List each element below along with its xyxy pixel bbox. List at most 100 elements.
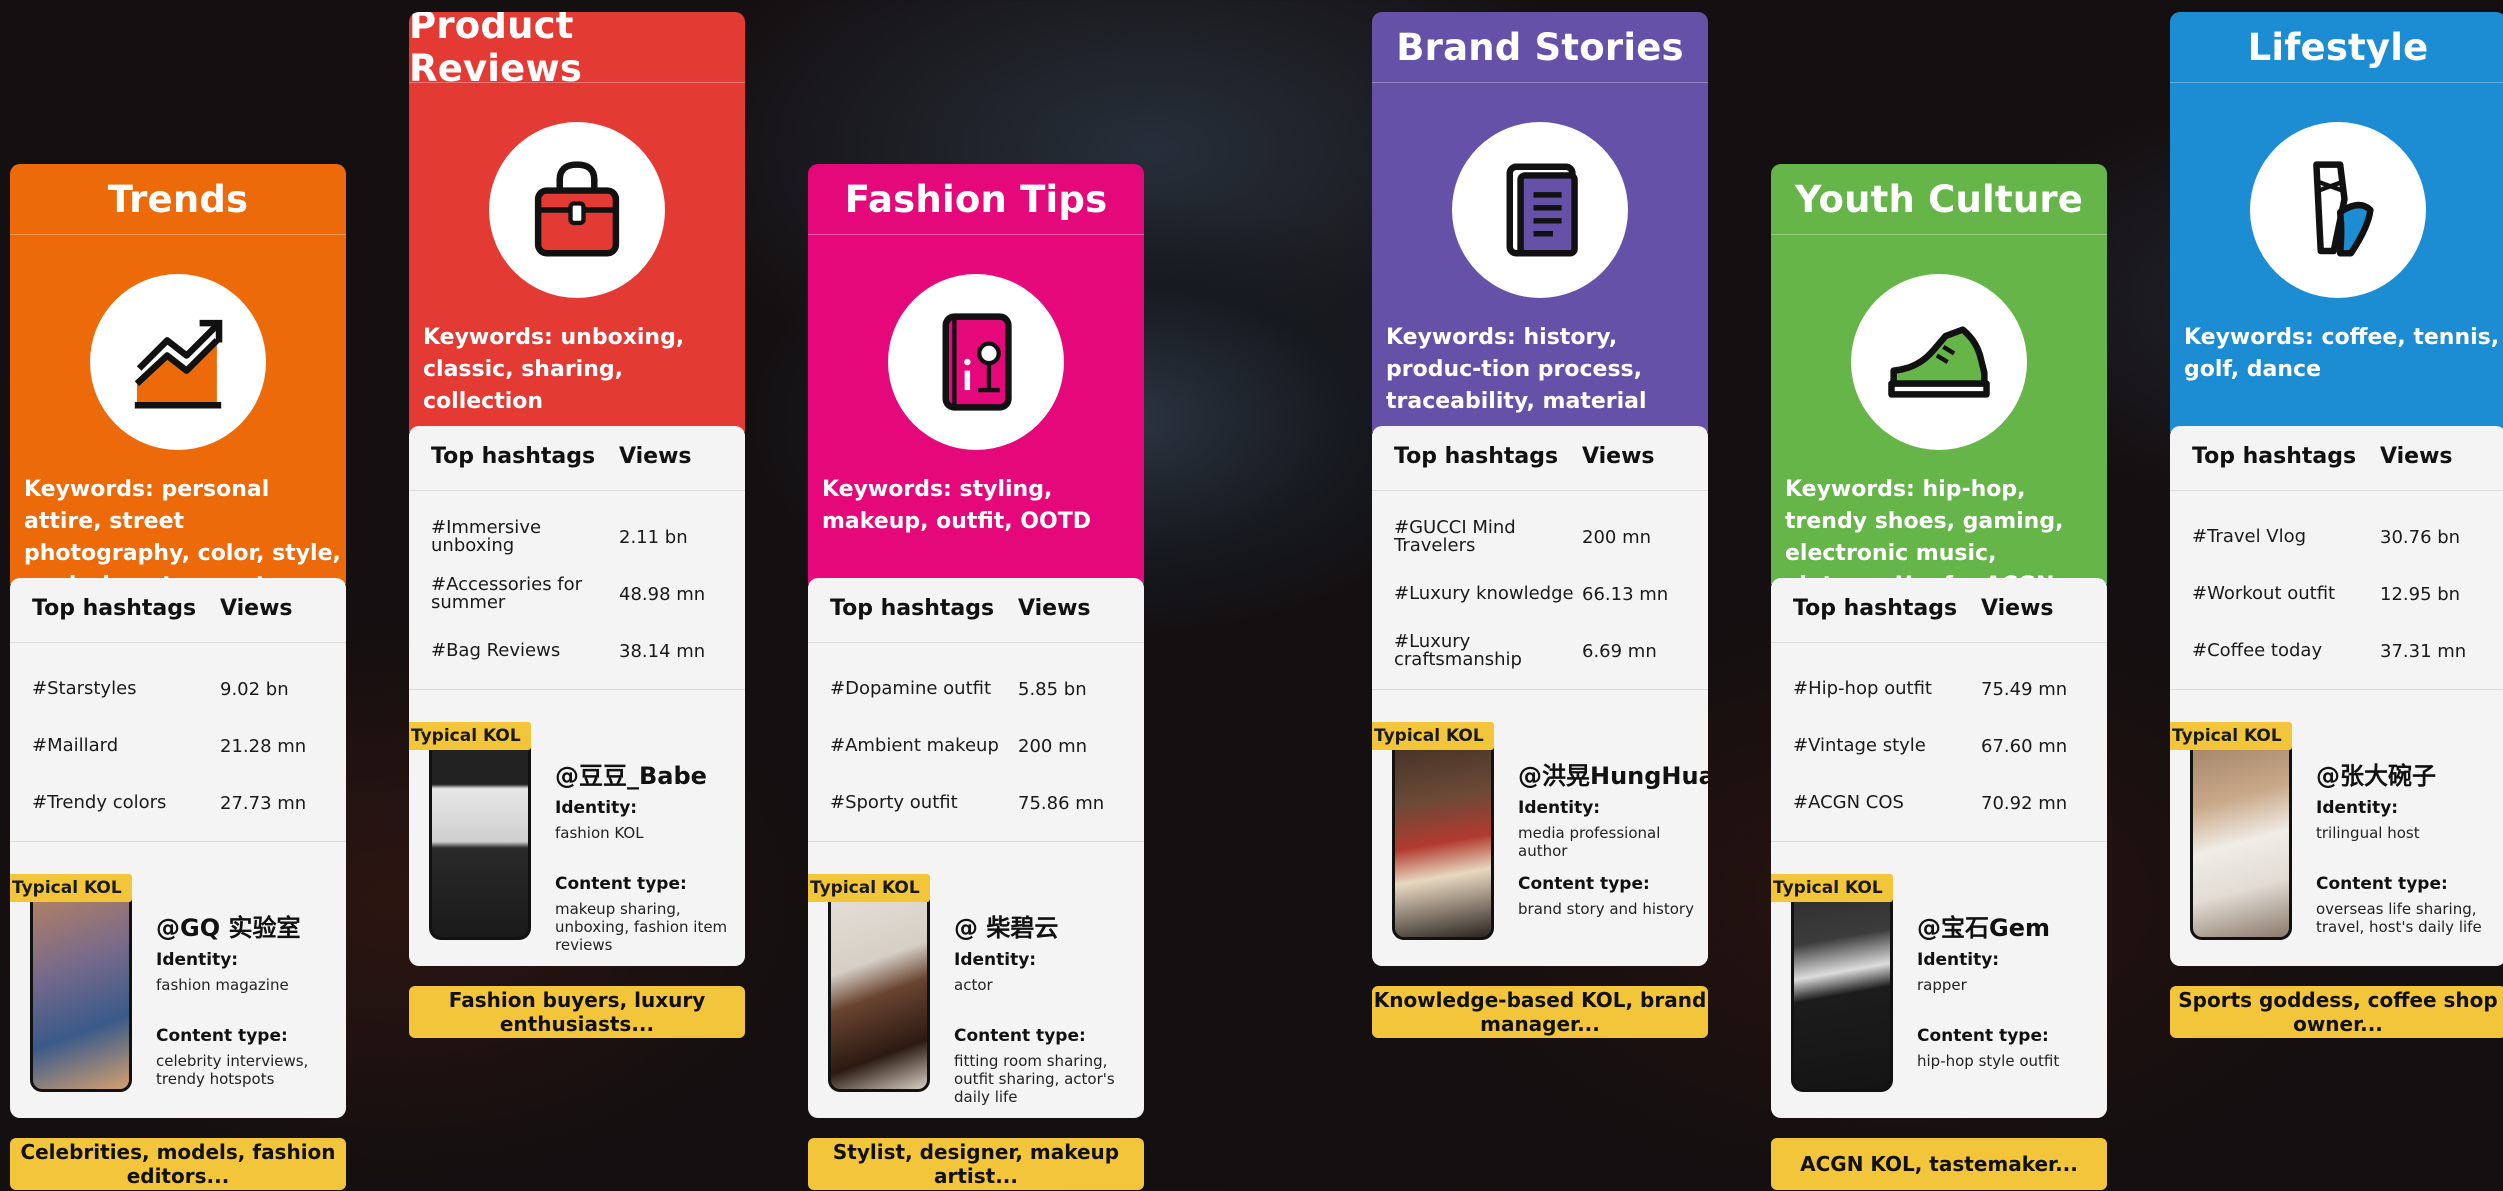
hashtag-row: #Bag Reviews 38.14 mn <box>409 623 745 679</box>
kol-content-type: brand story and history <box>1518 900 1694 918</box>
category-title: Youth Culture <box>1771 164 2107 235</box>
kol-video-thumbnail <box>1392 722 1494 940</box>
kol-video-thumbnail <box>1791 874 1893 1092</box>
hashtag-views: 2.11 bn <box>619 526 688 548</box>
kol-identity: trilingual host <box>2316 824 2420 842</box>
kol-video-thumbnail <box>828 874 930 1092</box>
typical-kol-badge: Typical KOL <box>1372 722 1494 750</box>
hashtag-label: #Bag Reviews <box>431 640 561 661</box>
sneaker-icon <box>1851 274 2027 450</box>
hashtag-label: #Starstyles <box>32 678 137 699</box>
category-header: Youth Culture Keywords: hip-hop, trendy … <box>1771 164 2107 584</box>
hashtag-views: 75.86 mn <box>1018 792 1105 814</box>
hashtag-views: 200 mn <box>1582 526 1652 548</box>
audience-footer: Knowledge-based KOL, brand manager... <box>1372 986 1708 1038</box>
hashtag-label: #Maillard <box>32 735 119 756</box>
hashtag-card: Top hashtags Views #GUCCI Mind Travelers… <box>1372 426 1708 966</box>
views-column-header: Views <box>1981 596 2054 621</box>
kol-video-thumbnail <box>30 874 132 1092</box>
hashtag-row: #Luxury knowledge 66.13 mn <box>1372 566 1708 622</box>
kol-video-thumbnail <box>429 722 531 940</box>
kol-handle: @ 柴碧云 <box>954 914 1059 942</box>
hashtag-card: Top hashtags Views #Travel Vlog 30.76 bn … <box>2170 426 2503 966</box>
hashtag-row: #Luxury craftsmanship 6.69 mn <box>1372 623 1708 679</box>
content-type-label: Content type: <box>1518 874 1650 894</box>
hashtag-label: #GUCCI Mind Travelers <box>1394 517 1516 556</box>
category-keywords: Keywords: coffee, tennis, golf, dance <box>2184 325 2500 382</box>
table-header: Top hashtags Views <box>1771 578 2107 643</box>
table-header: Top hashtags Views <box>808 578 1144 643</box>
kol-content-type: overseas life sharing, travel, host's da… <box>2316 900 2482 936</box>
kol-identity: rapper <box>1917 976 1967 994</box>
hashtag-list: #Travel Vlog 30.76 bn #Workout outfit 12.9… <box>2170 491 2503 690</box>
hashtag-label: #Luxury knowledge <box>1394 583 1574 604</box>
typical-kol-badge: Typical KOL <box>808 874 930 902</box>
hashtag-row: #Coffee today 37.31 mn <box>2170 623 2503 679</box>
kol-identity: fashion magazine <box>156 976 289 994</box>
hashtag-views: 30.76 bn <box>2380 526 2461 548</box>
identity-label: Identity: <box>1917 950 2000 970</box>
category-title: Brand Stories <box>1372 12 1708 83</box>
kol-content-type: fitting room sharing, outfit sharing, ac… <box>954 1052 1115 1106</box>
hashtag-row: #GUCCI Mind Travelers 200 mn <box>1372 509 1708 565</box>
hashtag-label: #Ambient makeup <box>830 735 999 756</box>
hashtag-views: 5.85 bn <box>1018 678 1087 700</box>
hashtag-label: #Luxury craftsmanship <box>1394 631 1522 670</box>
kol-content-type: makeup sharing, unboxing, fashion item r… <box>555 900 728 954</box>
audience-footer: Stylist, designer, makeup artist... <box>808 1138 1144 1190</box>
hashtag-column-header: Top hashtags <box>1394 444 1559 469</box>
category-header: Product Reviews Keywords: unboxing, clas… <box>409 12 745 432</box>
audience-footer: Fashion buyers, luxury enthusiasts... <box>409 986 745 1038</box>
category-keywords: Keywords: hip-hop, trendy shoes, gaming,… <box>1785 477 2064 584</box>
kol-content-type: celebrity interviews, trendy hotspots <box>156 1052 309 1088</box>
identity-label: Identity: <box>954 950 1037 970</box>
hashtag-row: #Maillard 21.28 mn <box>10 718 346 774</box>
category-keywords: Keywords: unboxing, classic, sharing, co… <box>423 325 685 414</box>
hashtag-views: 21.28 mn <box>220 735 307 757</box>
kol-video-thumbnail <box>2190 722 2292 940</box>
category-title: Product Reviews <box>409 12 745 90</box>
hashtag-views: 27.73 mn <box>220 792 307 814</box>
views-column-header: Views <box>1582 444 1655 469</box>
table-header: Top hashtags Views <box>10 578 346 643</box>
hashtag-list: #Starstyles 9.02 bn #Maillard 21.28 mn #Tr… <box>10 643 346 842</box>
kol-handle: @张大碗子 <box>2316 762 2436 790</box>
views-column-header: Views <box>1018 596 1091 621</box>
hashtag-card: Top hashtags Views #Dopamine outfit 5.85 … <box>808 578 1144 1118</box>
category-header: Fashion Tips Keywords: styling, makeup, … <box>808 164 1144 584</box>
hashtag-label: #Hip-hop outfit <box>1793 678 1932 699</box>
kol-identity: fashion KOL <box>555 824 644 842</box>
hashtag-label: #Immersive unboxing <box>431 517 542 556</box>
hashtag-column-header: Top hashtags <box>32 596 197 621</box>
category-header: Brand Stories Keywords: history, produc-… <box>1372 12 1708 432</box>
views-column-header: Views <box>220 596 293 621</box>
hashtag-views: 38.14 mn <box>619 640 706 662</box>
hashtag-list: #GUCCI Mind Travelers 200 mn #Luxury know… <box>1372 491 1708 690</box>
book-icon <box>1452 122 1628 298</box>
hashtag-column-header: Top hashtags <box>830 596 995 621</box>
category-title: Trends <box>10 164 346 235</box>
hashtag-row: #Hip-hop outfit 75.49 mn <box>1771 661 2107 717</box>
content-type-label: Content type: <box>2316 874 2448 894</box>
hashtag-views: 67.60 mn <box>1981 735 2068 757</box>
hashtag-label: #ACGN COS <box>1793 792 1904 813</box>
table-header: Top hashtags Views <box>1372 426 1708 491</box>
kol-handle: @GQ 实验室 <box>156 914 301 942</box>
category-header: Lifestyle Keywords: coffee, tennis, golf… <box>2170 12 2503 432</box>
hashtag-list: #Hip-hop outfit 75.49 mn #Vintage style 67… <box>1771 643 2107 842</box>
audience-footer: ACGN KOL, tastemaker... <box>1771 1138 2107 1190</box>
tips-book-icon <box>888 274 1064 450</box>
identity-label: Identity: <box>2316 798 2399 818</box>
hashtag-label: #Travel Vlog <box>2192 526 2307 547</box>
hashtag-list: #Immersive unboxing 2.11 bn #Accessories … <box>409 491 745 690</box>
hashtag-views: 6.69 mn <box>1582 640 1657 662</box>
hashtag-row: #Ambient makeup 200 mn <box>808 718 1144 774</box>
typical-kol-badge: Typical KOL <box>2170 722 2292 750</box>
hashtag-views: 75.49 mn <box>1981 678 2068 700</box>
hashtag-column-header: Top hashtags <box>1793 596 1958 621</box>
typical-kol-badge: Typical KOL <box>1771 874 1893 902</box>
content-type-label: Content type: <box>954 1026 1086 1046</box>
hashtag-label: #Coffee today <box>2192 640 2323 661</box>
hashtag-label: #Workout outfit <box>2192 583 2336 604</box>
hashtag-label: #Sporty outfit <box>830 792 958 813</box>
